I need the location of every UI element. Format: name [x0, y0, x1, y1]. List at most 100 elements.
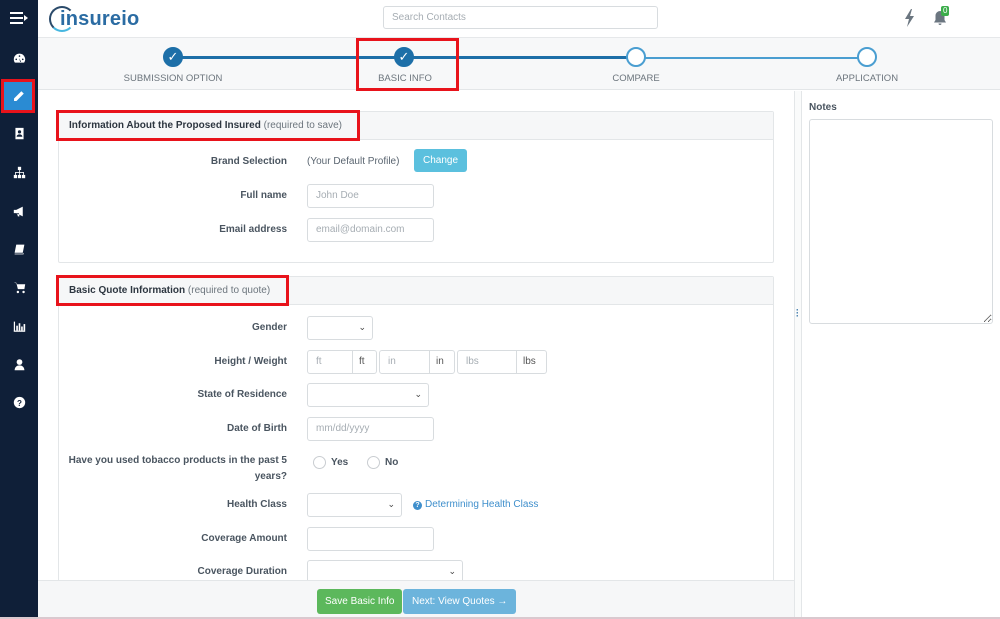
dashboard-icon — [13, 53, 25, 63]
highlight-box-basic-info — [356, 38, 459, 91]
health-class-row: Health Class ⌄ ? Determining Health Class — [59, 493, 773, 517]
logo[interactable]: insureio — [49, 5, 139, 33]
brand-selection-value: (Your Default Profile) — [307, 156, 400, 167]
help-icon: ? — [13, 396, 25, 408]
inches-addon: in — [429, 350, 455, 374]
org-chart-icon — [13, 166, 25, 178]
tobacco-label-line2: years? — [254, 471, 287, 482]
gender-row: Gender ⌄ — [59, 316, 773, 340]
next-view-quotes-button[interactable]: Next: View Quotes → — [403, 589, 517, 614]
dob-row: Date of Birth mm/dd/yyyy — [59, 417, 773, 441]
determining-health-class-link[interactable]: ? Determining Health Class — [413, 499, 538, 510]
coverage-amount-input[interactable] — [307, 527, 434, 551]
health-class-label: Health Class — [226, 499, 287, 510]
save-basic-info-button[interactable]: Save Basic Info — [317, 589, 403, 614]
coverage-amount-label: Coverage Amount — [201, 533, 287, 544]
sidebar-item-hierarchy[interactable] — [3, 157, 35, 187]
gender-select[interactable]: ⌄ — [307, 316, 373, 340]
tobacco-no-label[interactable]: No — [385, 457, 398, 468]
resize-grip-icon[interactable]: · · · — [796, 306, 799, 321]
notes-textarea[interactable] — [809, 119, 993, 324]
full-name-input[interactable]: John Doe — [307, 184, 434, 208]
sidebar-item-dashboard[interactable] — [3, 43, 35, 73]
coverage-duration-select[interactable]: ⌄ — [307, 560, 463, 580]
dob-label: Date of Birth — [227, 423, 287, 434]
email-input[interactable]: email@domain.com — [307, 218, 434, 242]
sidebar-item-edit[interactable] — [1, 79, 35, 113]
tobacco-yes-radio[interactable] — [313, 456, 326, 469]
height-weight-row: Height / Weight ft ft in in lbs lbs — [59, 350, 773, 374]
tobacco-row: Have you used tobacco products in the pa… — [59, 451, 773, 482]
step-connector-pending — [636, 56, 867, 59]
brand-selection-label: Brand Selection — [210, 156, 287, 167]
state-row: State of Residence ⌄ — [59, 383, 773, 407]
height-inches-input[interactable]: in — [379, 350, 430, 374]
highlight-box-quote-header — [56, 275, 289, 306]
weight-lbs-input[interactable]: lbs — [457, 350, 517, 374]
email-label: Email address — [219, 224, 287, 235]
quote-info-panel: Basic Quote Information (required to quo… — [58, 276, 774, 580]
state-label: State of Residence — [197, 389, 287, 400]
svg-text:?: ? — [17, 398, 22, 407]
sidebar-item-profile[interactable] — [3, 349, 35, 379]
panel-resize-divider[interactable] — [794, 91, 802, 619]
state-select[interactable]: ⌄ — [307, 383, 429, 407]
sidebar-item-library[interactable] — [3, 234, 35, 264]
user-icon — [14, 358, 24, 370]
search-contacts-input[interactable] — [383, 6, 658, 29]
chevron-down-icon: ⌄ — [448, 566, 456, 576]
tobacco-label: Have you used tobacco products in the pa… — [69, 453, 287, 485]
notes-label: Notes — [809, 102, 837, 113]
height-feet-input[interactable]: ft — [307, 350, 353, 374]
chevron-down-icon: ⌄ — [387, 499, 395, 509]
step-submission-option-dot[interactable]: ✓ — [163, 47, 183, 67]
full-name-label: Full name — [240, 190, 287, 201]
full-name-row: Full name John Doe — [59, 184, 773, 208]
gender-label: Gender — [251, 322, 287, 333]
step-submission-option-label[interactable]: SUBMISSION OPTION — [124, 73, 223, 84]
sidebar-item-marketing[interactable] — [3, 196, 35, 226]
sidebar-item-help[interactable]: ? — [3, 387, 35, 417]
health-class-link-text: Determining Health Class — [425, 499, 539, 510]
lightning-icon[interactable] — [904, 9, 916, 27]
dob-input[interactable]: mm/dd/yyyy — [307, 417, 434, 441]
top-bar: insureio 0 — [38, 0, 1000, 38]
notification-count-badge: 0 — [941, 6, 950, 16]
main-form-area: Information About the Proposed Insured (… — [38, 91, 794, 580]
chevron-down-icon: ⌄ — [358, 322, 366, 332]
change-brand-button[interactable]: Change — [414, 149, 468, 172]
tobacco-label-line1: Have you used tobacco products in the pa… — [68, 455, 287, 466]
menu-toggle-icon — [10, 12, 28, 24]
megaphone-icon — [13, 206, 23, 216]
logo-ring-icon — [49, 6, 75, 32]
height-weight-label: Height / Weight — [214, 356, 287, 367]
sidebar-item-contacts[interactable] — [3, 118, 35, 148]
step-application-dot[interactable] — [857, 47, 877, 67]
sidebar-item-reports[interactable] — [3, 311, 35, 341]
chevron-down-icon: ⌄ — [414, 389, 422, 399]
sidebar: ? — [0, 0, 38, 619]
coverage-duration-label: Coverage Duration — [197, 566, 287, 577]
check-icon: ✓ — [167, 49, 179, 64]
tobacco-yes-label[interactable]: Yes — [331, 457, 348, 468]
form-footer: Save Basic Info Next: View Quotes → — [38, 580, 794, 619]
tobacco-no-radio[interactable] — [367, 456, 380, 469]
brand-selection-row: Brand Selection (Your Default Profile) C… — [59, 149, 773, 174]
step-application-label[interactable]: APPLICATION — [836, 73, 898, 84]
book-icon — [14, 244, 24, 254]
health-class-select[interactable]: ⌄ — [307, 493, 402, 517]
sidebar-item-store[interactable] — [3, 272, 35, 302]
progress-stepper: ✓ SUBMISSION OPTION ✓ BASIC INFO COMPARE… — [38, 38, 1000, 90]
menu-toggle-button[interactable] — [0, 0, 38, 36]
step-compare-dot[interactable] — [626, 47, 646, 67]
cart-icon — [13, 282, 25, 293]
highlight-box-insured-header — [56, 110, 360, 141]
bar-chart-icon — [13, 321, 25, 332]
step-compare-label[interactable]: COMPARE — [612, 73, 659, 84]
question-circle-icon: ? — [413, 501, 422, 510]
lbs-addon: lbs — [516, 350, 547, 374]
notes-panel: Notes — [802, 91, 1000, 619]
coverage-duration-row: Coverage Duration ⌄ — [59, 560, 773, 580]
contact-card-icon — [14, 127, 24, 139]
email-row: Email address email@domain.com — [59, 218, 773, 242]
